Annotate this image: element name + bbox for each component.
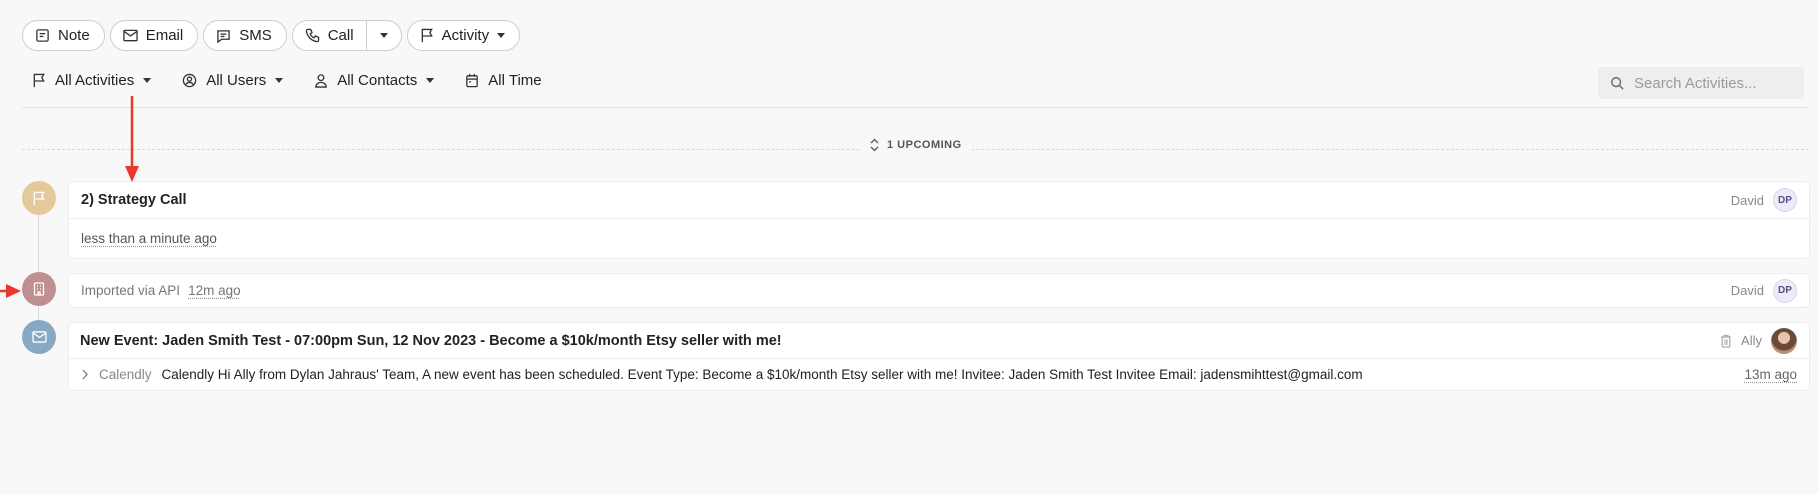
sms-button-label: SMS [239, 27, 272, 44]
user-circle-icon [182, 73, 197, 88]
task-flag-dot [22, 181, 56, 215]
note-button-label: Note [58, 27, 90, 44]
avatar [1771, 327, 1797, 354]
flag-icon [420, 28, 434, 43]
activity-time: 13m ago [1744, 367, 1797, 382]
filter-activities-label: All Activities [55, 72, 135, 89]
caret-down-icon [143, 78, 152, 83]
avatar: DP [1773, 278, 1797, 303]
filter-activities[interactable]: All Activities [32, 72, 152, 89]
email-envelope-dot [22, 320, 56, 354]
chat-icon [216, 29, 231, 43]
filter-bar: All Activities All Users All Contacts Al… [32, 72, 573, 89]
filter-users-label: All Users [206, 72, 267, 89]
activity-button[interactable]: Activity [406, 20, 521, 51]
call-button[interactable]: Call [293, 21, 367, 50]
flag-icon [32, 191, 46, 206]
call-dropdown-button[interactable] [367, 21, 401, 50]
filter-contacts[interactable]: All Contacts [314, 72, 435, 89]
activity-user: David [1730, 192, 1764, 208]
person-icon [314, 73, 328, 88]
email-subject: New Event: Jaden Smith Test - 07:00pm Su… [80, 332, 782, 349]
trash-icon[interactable] [1720, 334, 1732, 348]
search-placeholder: Search Activities... [1634, 74, 1757, 92]
chevron-right-icon[interactable] [81, 369, 89, 380]
activity-button-label: Activity [441, 27, 490, 44]
caret-down-icon [426, 78, 435, 83]
caret-down-icon [497, 33, 506, 38]
activity-card-strategy-call[interactable]: 2) Strategy Call David DP less than a mi… [68, 181, 1810, 259]
email-body: Calendly Hi Ally from Dylan Jahraus' Tea… [161, 367, 1363, 382]
flag-icon [32, 73, 46, 88]
envelope-icon [31, 331, 47, 343]
search-activities-input[interactable]: Search Activities... [1598, 67, 1804, 99]
calendar-icon [465, 73, 479, 88]
activity-title: 2) Strategy Call [81, 192, 187, 208]
import-building-dot [22, 272, 56, 306]
activity-user: David [1730, 283, 1764, 298]
search-icon [1610, 76, 1624, 90]
note-icon [35, 28, 50, 43]
caret-down-icon [275, 78, 284, 83]
activity-time: less than a minute ago [81, 231, 217, 246]
email-source: Calendly [99, 367, 152, 382]
activity-card-import[interactable]: Imported via API 12m ago David DP [68, 273, 1810, 308]
chevron-up-down-icon [870, 138, 879, 152]
annotation-arrow-down [125, 96, 139, 182]
filter-users[interactable]: All Users [182, 72, 284, 89]
activity-time: 12m ago [188, 283, 241, 298]
avatar: DP [1773, 188, 1797, 212]
envelope-icon [122, 29, 138, 42]
building-icon [33, 282, 45, 296]
compose-toolbar: Note Email SMS Call Activity [22, 20, 521, 51]
filter-time[interactable]: All Time [465, 72, 542, 89]
call-split-button: Call [291, 20, 402, 51]
filter-time-label: All Time [488, 72, 542, 89]
annotation-arrow-right [0, 284, 21, 298]
timeline-line [38, 198, 39, 336]
import-text: Imported via API [81, 283, 181, 298]
call-button-label: Call [327, 27, 354, 44]
filter-contacts-label: All Contacts [337, 72, 418, 89]
filter-divider [22, 107, 1809, 108]
sms-button[interactable]: SMS [203, 20, 287, 51]
upcoming-label: 1 UPCOMING [887, 139, 962, 151]
caret-down-icon [379, 33, 388, 38]
upcoming-toggle[interactable]: 1 UPCOMING [860, 138, 972, 152]
email-button-label: Email [145, 27, 184, 44]
phone-icon [305, 28, 320, 43]
activity-card-email[interactable]: New Event: Jaden Smith Test - 07:00pm Su… [68, 322, 1810, 391]
email-button[interactable]: Email [109, 20, 199, 51]
note-button[interactable]: Note [22, 20, 105, 51]
activity-user: Ally [1741, 333, 1762, 348]
